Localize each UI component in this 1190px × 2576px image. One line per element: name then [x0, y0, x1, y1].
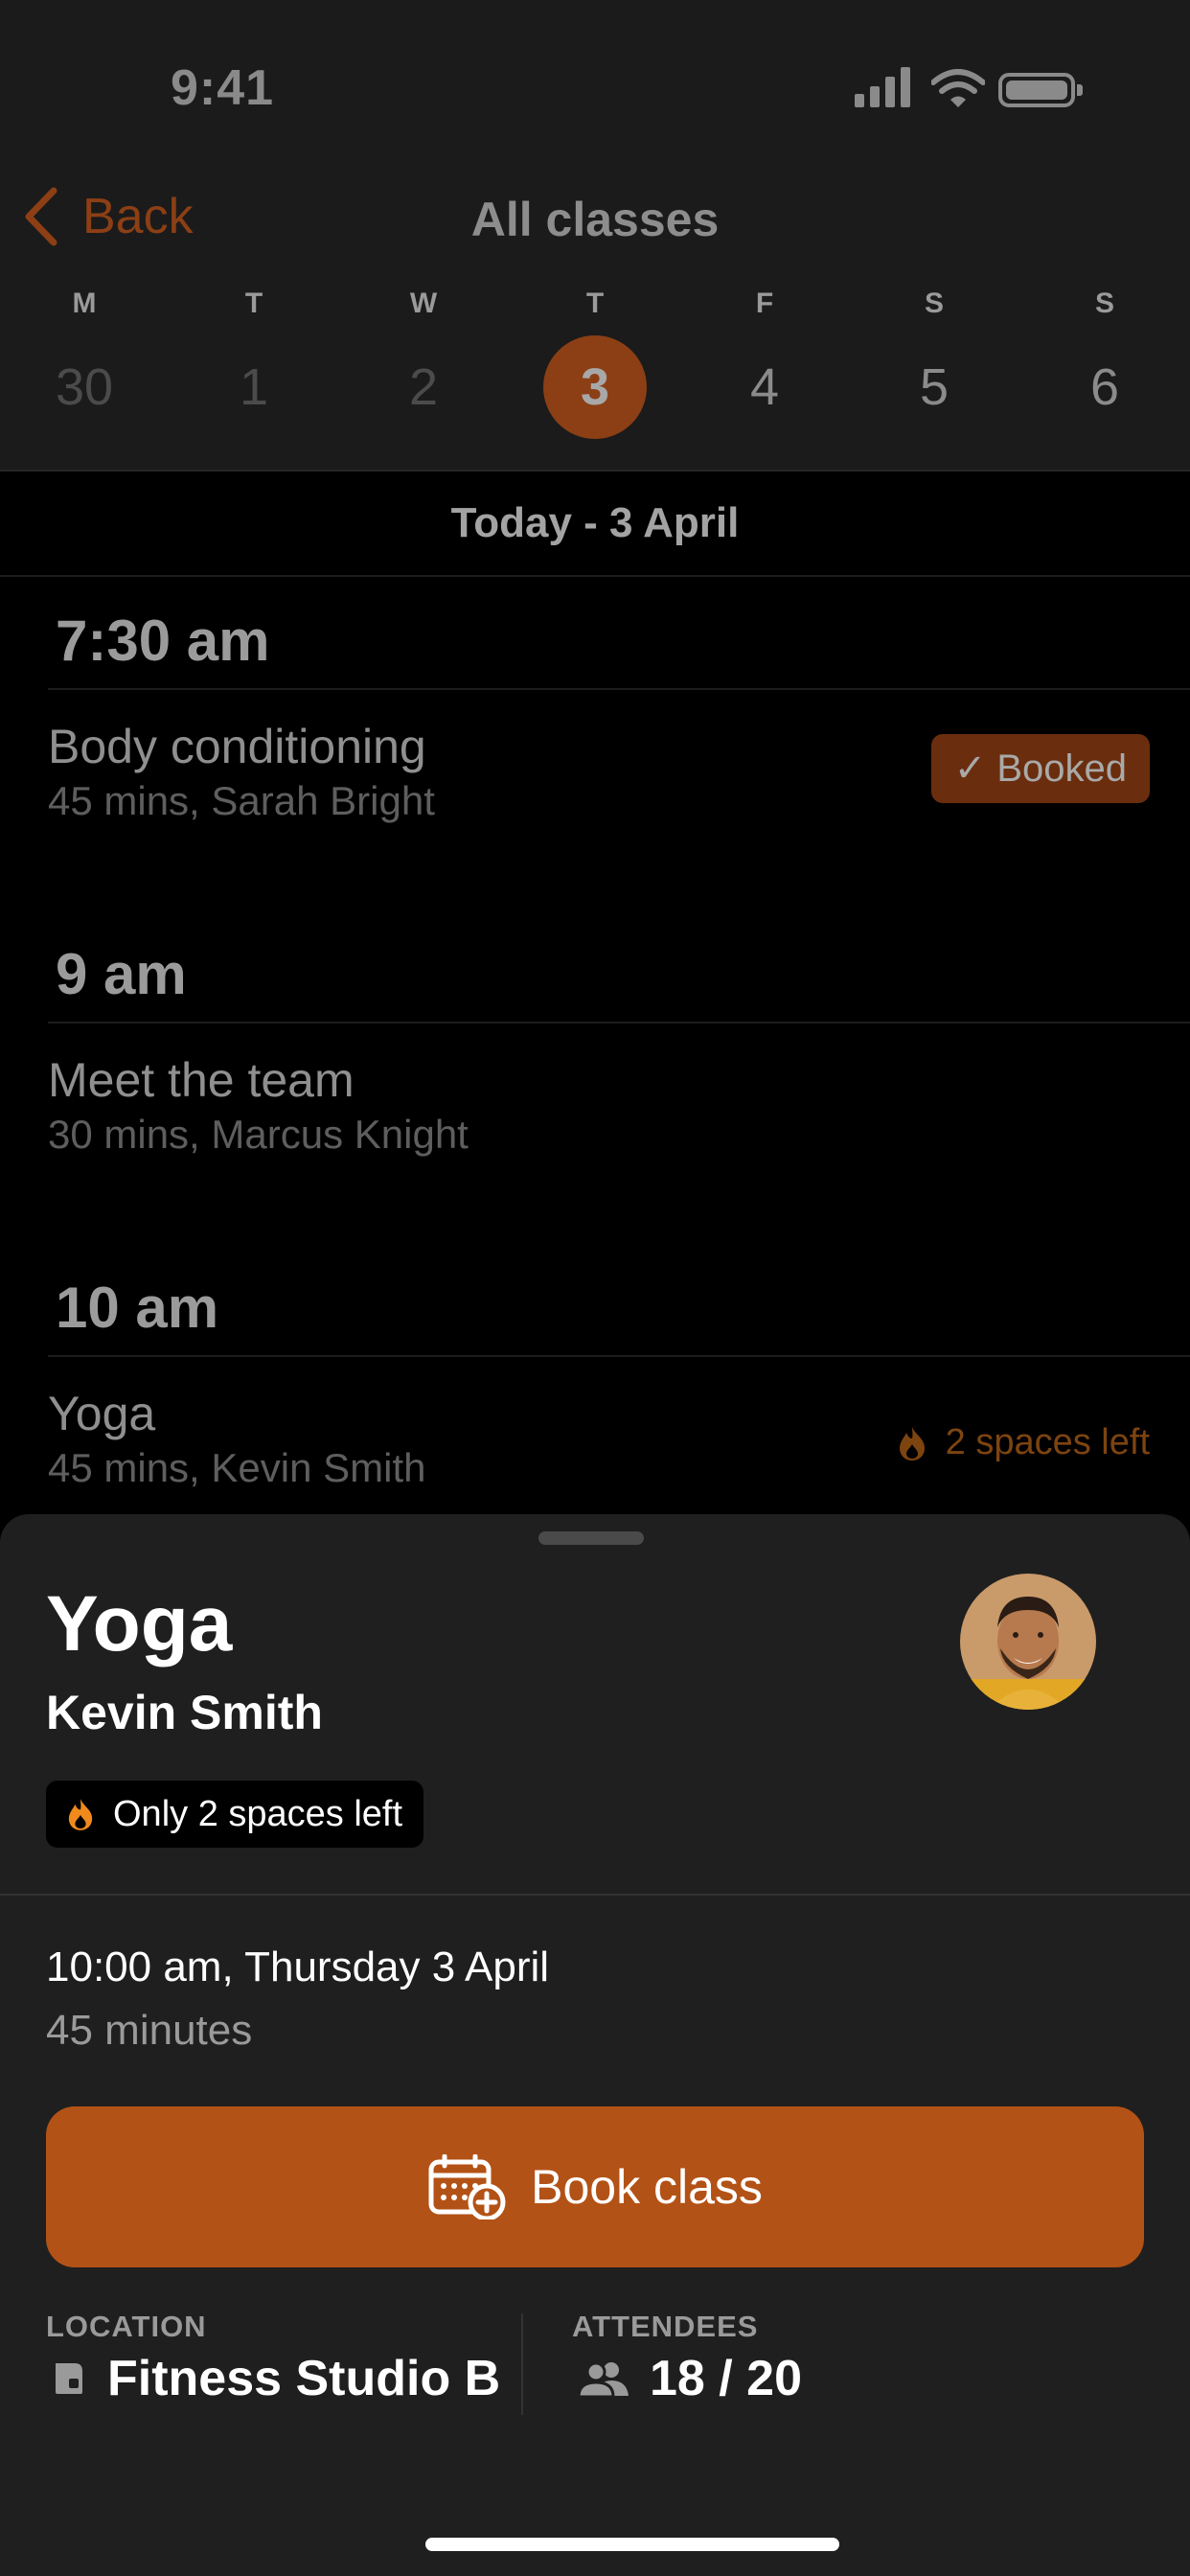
- date-section-header: Today - 3 April: [0, 472, 1190, 577]
- location-label: LOCATION: [46, 2310, 207, 2343]
- navigation-header: Back All classes M 30 T 1 W 2 T 3 F 4 S …: [0, 153, 1190, 472]
- availability-badge: Only 2 spaces left: [46, 1781, 424, 1848]
- day-mon[interactable]: M 30: [27, 288, 142, 439]
- avatar[interactable]: [960, 1574, 1096, 1710]
- day-number: 4: [749, 358, 780, 416]
- home-indicator[interactable]: [425, 2538, 839, 2551]
- day-label: W: [409, 288, 438, 319]
- class-name: Meet the team: [48, 1053, 355, 1107]
- people-icon: [577, 2361, 629, 2398]
- class-duration: 45 minutes: [46, 2007, 253, 2054]
- day-label: S: [1094, 288, 1114, 319]
- booked-label: Booked: [996, 748, 1127, 790]
- class-detail-sheet: Yoga Kevin Smith Only 2 spaces left 10:0…: [0, 1514, 1190, 2576]
- book-class-label: Book class: [531, 2160, 763, 2214]
- day-sat[interactable]: S 5: [877, 288, 992, 439]
- spaces-left-badge: 2 spaces left: [898, 1422, 1150, 1463]
- day-label: F: [755, 288, 774, 319]
- page-title: All classes: [470, 193, 720, 246]
- wifi-icon: [931, 69, 985, 107]
- day-wed[interactable]: W 2: [366, 288, 481, 439]
- divider: [48, 1355, 1190, 1357]
- status-time: 9:41: [171, 60, 275, 116]
- battery-icon: [998, 73, 1083, 107]
- class-row-yoga[interactable]: Yoga 45 mins, Kevin Smith 2 spaces left: [0, 1386, 1190, 1520]
- divider: [48, 688, 1190, 690]
- day-number: 3: [543, 335, 647, 439]
- class-meta: 45 mins, Sarah Bright: [48, 778, 435, 823]
- cellular-signal-icon: [855, 67, 910, 107]
- divider: [0, 1894, 1190, 1896]
- class-meta: 30 mins, Marcus Knight: [48, 1112, 469, 1157]
- class-meta: 45 mins, Kevin Smith: [48, 1445, 426, 1490]
- time-heading: 10 am: [56, 1276, 219, 1340]
- class-name: Yoga: [48, 1387, 156, 1440]
- flame-icon: [68, 1799, 93, 1830]
- class-name: Body conditioning: [48, 720, 426, 773]
- day-thu-selected[interactable]: T 3: [538, 288, 652, 439]
- day-label: M: [72, 288, 97, 319]
- status-bar: 9:41: [0, 0, 1190, 153]
- sheet-drag-handle[interactable]: [538, 1531, 644, 1545]
- divider: [48, 1022, 1190, 1024]
- day-tue[interactable]: T 1: [196, 288, 311, 439]
- availability-label: Only 2 spaces left: [113, 1793, 403, 1834]
- day-number: 1: [239, 358, 269, 416]
- spaces-left-label: 2 spaces left: [945, 1422, 1150, 1462]
- building-icon: [56, 2363, 82, 2394]
- day-number: 6: [1089, 358, 1120, 416]
- day-sun[interactable]: S 6: [1047, 288, 1162, 439]
- attendees-value: 18 / 20: [577, 2350, 802, 2407]
- day-number: 30: [55, 358, 114, 416]
- divider: [521, 2313, 523, 2415]
- day-label: S: [924, 288, 944, 319]
- day-label: T: [244, 288, 263, 319]
- checkmark-icon: ✓: [953, 748, 997, 790]
- attendees-label: ATTENDEES: [572, 2310, 759, 2343]
- attendees-text: 18 / 20: [650, 2351, 803, 2406]
- location-text: Fitness Studio B: [107, 2351, 501, 2406]
- calendar-add-icon: [428, 2154, 506, 2220]
- week-selector: M 30 T 1 W 2 T 3 F 4 S 5 S 6: [0, 288, 1190, 460]
- day-number: 2: [408, 358, 439, 416]
- day-number: 5: [919, 358, 950, 416]
- day-fri[interactable]: F 4: [707, 288, 822, 439]
- class-row-body-conditioning[interactable]: Body conditioning 45 mins, Sarah Bright …: [0, 719, 1190, 853]
- class-datetime: 10:00 am, Thursday 3 April: [46, 1944, 550, 1990]
- time-heading: 7:30 am: [56, 609, 270, 673]
- book-class-button[interactable]: Book class: [46, 2106, 1144, 2267]
- flame-icon: [899, 1426, 925, 1460]
- class-row-meet-the-team[interactable]: Meet the team 30 mins, Marcus Knight: [0, 1052, 1190, 1186]
- booked-badge: ✓ Booked: [930, 734, 1150, 803]
- time-heading: 9 am: [56, 942, 187, 1006]
- location-value: Fitness Studio B: [50, 2350, 500, 2407]
- class-title: Yoga: [46, 1580, 233, 1668]
- instructor-name: Kevin Smith: [46, 1686, 323, 1739]
- day-label: T: [585, 288, 605, 319]
